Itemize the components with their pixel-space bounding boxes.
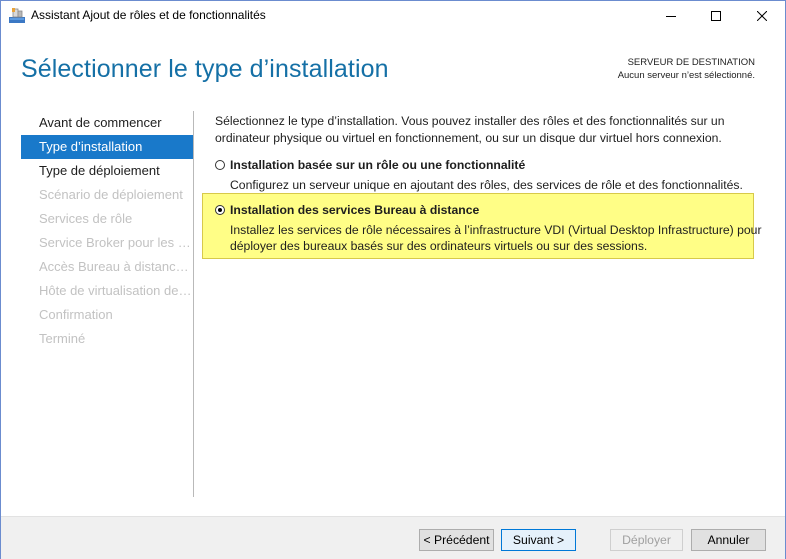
close-button[interactable] (739, 1, 784, 31)
nav-item-services-de-role: Services de rôle (39, 211, 133, 226)
server-manager-icon (9, 8, 25, 23)
nav-item-avant-de-commencer[interactable]: Avant de commencer (21, 111, 193, 135)
radio-role-based[interactable] (215, 160, 225, 170)
cancel-button[interactable]: Annuler (691, 529, 766, 551)
option-description: Installez les services de rôle nécessair… (230, 223, 762, 253)
next-button[interactable]: Suivant > (501, 529, 576, 551)
option-title: Installation des services Bureau à dista… (230, 203, 480, 217)
nav-item-hote-virtualisation: Hôte de virtualisation des... (39, 283, 193, 298)
maximize-button[interactable] (693, 1, 738, 31)
page-title: Sélectionner le type d’installation (21, 55, 389, 83)
minimize-icon (665, 16, 676, 17)
nav-item-service-broker: Service Broker pour les c... (39, 235, 193, 250)
wizard-window: Assistant Ajout de rôles et de fonctionn… (0, 0, 786, 559)
maximize-icon (710, 11, 721, 21)
nav-item-type-installation[interactable]: Type d’installation (21, 135, 193, 159)
nav-item-scenario-deploiement: Scénario de déploiement (39, 187, 183, 202)
minimize-button[interactable] (648, 1, 693, 31)
footer-bar: < Précédent Suivant > Déployer Annuler (1, 516, 785, 559)
destination-server-label: SERVEUR DE DESTINATION (627, 57, 755, 68)
nav-item-termine: Terminé (39, 331, 86, 346)
deploy-button: Déployer (610, 529, 683, 551)
main-content: Sélectionnez le type d’installation. Vou… (202, 113, 762, 259)
option-remote-desktop-services[interactable]: Installation des services Bureau à dista… (215, 203, 770, 254)
intro-text: Sélectionnez le type d’installation. Vou… (215, 114, 725, 145)
nav-divider (193, 111, 194, 497)
option-description: Configurez un serveur unique en ajoutant… (230, 178, 743, 192)
radio-remote-desktop[interactable] (215, 205, 225, 215)
nav-item-type-deploiement[interactable]: Type de déploiement (21, 159, 193, 183)
nav-item-confirmation: Confirmation (39, 307, 113, 322)
option-title: Installation basée sur un rôle ou une fo… (230, 158, 526, 172)
close-icon (756, 11, 767, 21)
title-bar[interactable]: Assistant Ajout de rôles et de fonctionn… (1, 1, 785, 31)
previous-button[interactable]: < Précédent (419, 529, 494, 551)
wizard-steps-nav: Avant de commencer Type d’installation T… (21, 111, 193, 351)
window-title: Assistant Ajout de rôles et de fonctionn… (31, 8, 266, 22)
destination-server-value: Aucun serveur n’est sélectionné. (617, 70, 755, 81)
nav-item-acces-bureau-distance: Accès Bureau à distance... (39, 259, 193, 274)
option-role-based-installation[interactable]: Installation basée sur un rôle ou une fo… (215, 158, 760, 193)
